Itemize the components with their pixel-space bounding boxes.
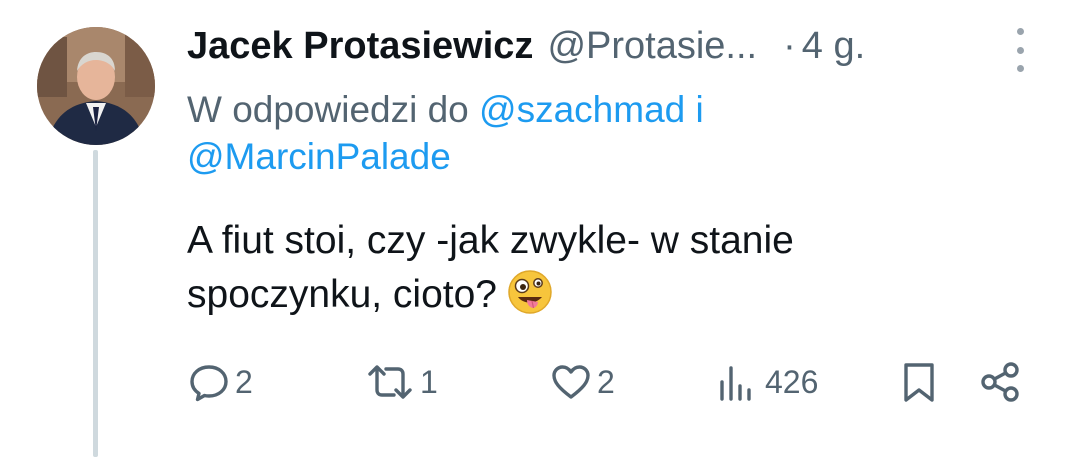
bookmark-button[interactable] xyxy=(897,358,941,406)
bookmark-icon xyxy=(904,363,934,402)
like-button[interactable]: 2 xyxy=(549,358,615,406)
header-separator: · xyxy=(783,25,796,67)
mention-szachmad[interactable]: @szachmad xyxy=(479,89,685,130)
reply-button[interactable]: 2 xyxy=(187,358,253,406)
reply-context: W odpowiedzi do @szachmad i @MarcinPalad… xyxy=(187,86,967,180)
tweet-header: Jacek Protasiewicz @Protasie... · 4 g. xyxy=(187,20,987,72)
reply-conjunction[interactable]: i xyxy=(696,89,704,130)
retweet-button[interactable]: 1 xyxy=(364,358,438,406)
reply-context-line-2: @MarcinPalade xyxy=(187,133,967,180)
heart-icon xyxy=(552,365,590,399)
tweet-actions: 2 1 2 426 xyxy=(187,358,1037,406)
avatar-photo xyxy=(37,27,155,145)
share-button[interactable] xyxy=(979,358,1023,406)
mention-marcinpalade[interactable]: @MarcinPalade xyxy=(187,136,451,177)
views-icon xyxy=(720,366,751,401)
retweet-count: 1 xyxy=(420,363,438,400)
reply-context-line-1: W odpowiedzi do @szachmad i xyxy=(187,86,967,133)
reply-count: 2 xyxy=(235,363,253,400)
avatar[interactable] xyxy=(37,27,155,145)
tweet-text-line-1: A fiut stoi, czy -jak zwykle- w stanie xyxy=(187,219,794,262)
tweet-text-line-2-text: spoczynku, cioto? xyxy=(187,273,498,316)
views-button[interactable]: 426 xyxy=(717,358,818,406)
tweet-text: A fiut stoi, czy -jak zwykle- w stanie s… xyxy=(187,214,987,330)
zany-face-emoji-icon xyxy=(507,269,553,330)
like-count: 2 xyxy=(597,363,615,400)
retweet-icon xyxy=(368,365,412,399)
thread-connector-line xyxy=(93,150,98,457)
author-name[interactable]: Jacek Protasiewicz xyxy=(187,20,533,72)
more-options-icon[interactable] xyxy=(1008,28,1032,72)
author-handle[interactable]: @Protasie... xyxy=(547,20,757,72)
share-icon xyxy=(981,362,1019,402)
tweet-text-line-2: spoczynku, cioto? xyxy=(187,268,987,330)
reply-icon xyxy=(190,365,228,402)
tweet-timestamp[interactable]: 4 g. xyxy=(802,20,865,72)
views-count: 426 xyxy=(765,363,819,400)
reply-prefix: W odpowiedzi do xyxy=(187,89,469,130)
